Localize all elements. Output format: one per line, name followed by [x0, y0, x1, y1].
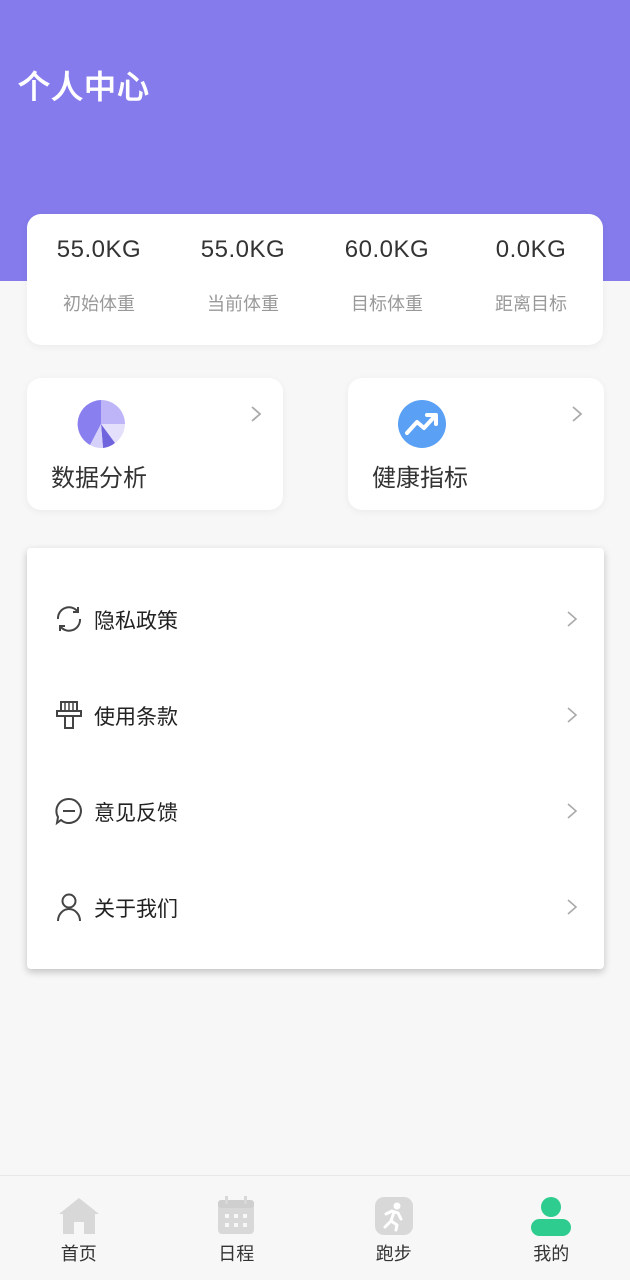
menu-item-feedback[interactable]: 意见反馈 — [27, 761, 604, 857]
home-icon — [58, 1198, 99, 1234]
stat-initial-weight: 55.0KG 初始体重 — [27, 214, 171, 345]
stat-value: 0.0KG — [495, 236, 567, 263]
profile-icon — [531, 1197, 572, 1236]
refresh-icon — [56, 606, 82, 632]
tab-schedule[interactable]: 日程 — [158, 1176, 316, 1280]
trend-up-icon — [398, 400, 446, 448]
stat-value: 60.0KG — [344, 236, 430, 263]
profile-page: 个人中心 55.0KG 初始体重 55.0KG 当前体重 60.0KG 目标体重… — [0, 0, 630, 1280]
menu-label: 隐私政策 — [94, 609, 178, 633]
stat-label: 距离目标 — [495, 294, 567, 315]
user-icon — [57, 893, 81, 922]
stat-current-weight: 55.0KG 当前体重 — [171, 214, 315, 345]
menu-label: 关于我们 — [94, 897, 178, 921]
stat-label: 当前体重 — [207, 294, 279, 315]
pin-icon — [56, 701, 82, 729]
chevron-right-icon — [567, 803, 578, 819]
tab-label: 跑步 — [375, 1244, 412, 1265]
stat-value: 55.0KG — [200, 236, 286, 263]
page-title: 个人中心 — [18, 68, 151, 106]
tab-label: 日程 — [218, 1244, 255, 1265]
settings-menu: 隐私政策 使用条款 意见反馈 关于我们 — [27, 548, 604, 969]
health-index-label: 健康指标 — [372, 464, 468, 492]
stat-label: 初始体重 — [63, 294, 135, 315]
stat-target-weight: 60.0KG 目标体重 — [315, 214, 459, 345]
stat-distance-to-target: 0.0KG 距离目标 — [459, 214, 603, 345]
tab-label: 首页 — [60, 1244, 97, 1265]
pie-chart-icon — [77, 400, 125, 449]
tab-mine[interactable]: 我的 — [473, 1176, 630, 1280]
chevron-right-icon — [567, 707, 578, 723]
menu-item-privacy-policy[interactable]: 隐私政策 — [27, 569, 604, 665]
weight-stats-card: 55.0KG 初始体重 55.0KG 当前体重 60.0KG 目标体重 0.0K… — [27, 214, 603, 345]
health-index-card[interactable]: 健康指标 — [348, 378, 604, 510]
menu-item-about-us[interactable]: 关于我们 — [27, 857, 604, 953]
running-icon — [374, 1197, 413, 1235]
data-analysis-card[interactable]: 数据分析 — [27, 378, 283, 510]
chevron-right-icon — [567, 899, 578, 915]
chat-bubble-icon — [55, 797, 82, 826]
bottom-tab-bar: 首页 日程 跑步 我的 — [0, 1175, 630, 1280]
chevron-right-icon — [251, 406, 262, 422]
tab-home[interactable]: 首页 — [0, 1176, 158, 1280]
chevron-right-icon — [572, 406, 583, 422]
tab-running[interactable]: 跑步 — [315, 1176, 473, 1280]
calendar-icon — [218, 1196, 255, 1234]
tab-label: 我的 — [533, 1244, 570, 1265]
chevron-right-icon — [567, 611, 578, 627]
data-analysis-label: 数据分析 — [51, 464, 147, 492]
stat-value: 55.0KG — [56, 236, 142, 263]
menu-label: 意见反馈 — [94, 801, 178, 825]
menu-label: 使用条款 — [94, 705, 178, 729]
menu-item-terms-of-use[interactable]: 使用条款 — [27, 665, 604, 761]
stat-label: 目标体重 — [351, 294, 423, 315]
